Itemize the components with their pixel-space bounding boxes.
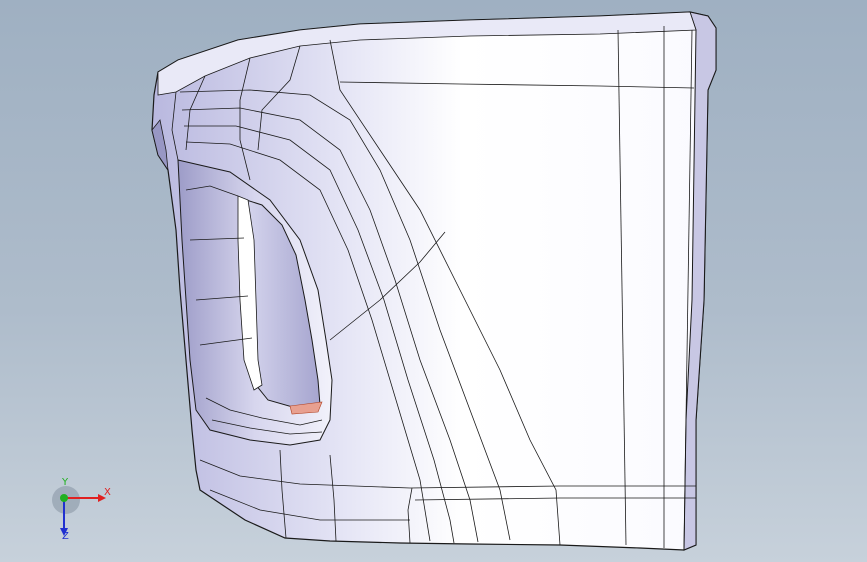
x-axis-label: X [104,487,111,498]
part-model[interactable] [0,0,867,562]
graphics-viewport[interactable]: X Y Z [0,0,867,562]
y-axis-label: Y [62,477,69,488]
coordinate-triad: X Y Z [40,478,120,548]
z-axis-label: Z [62,531,69,542]
y-axis-dot [60,494,68,502]
